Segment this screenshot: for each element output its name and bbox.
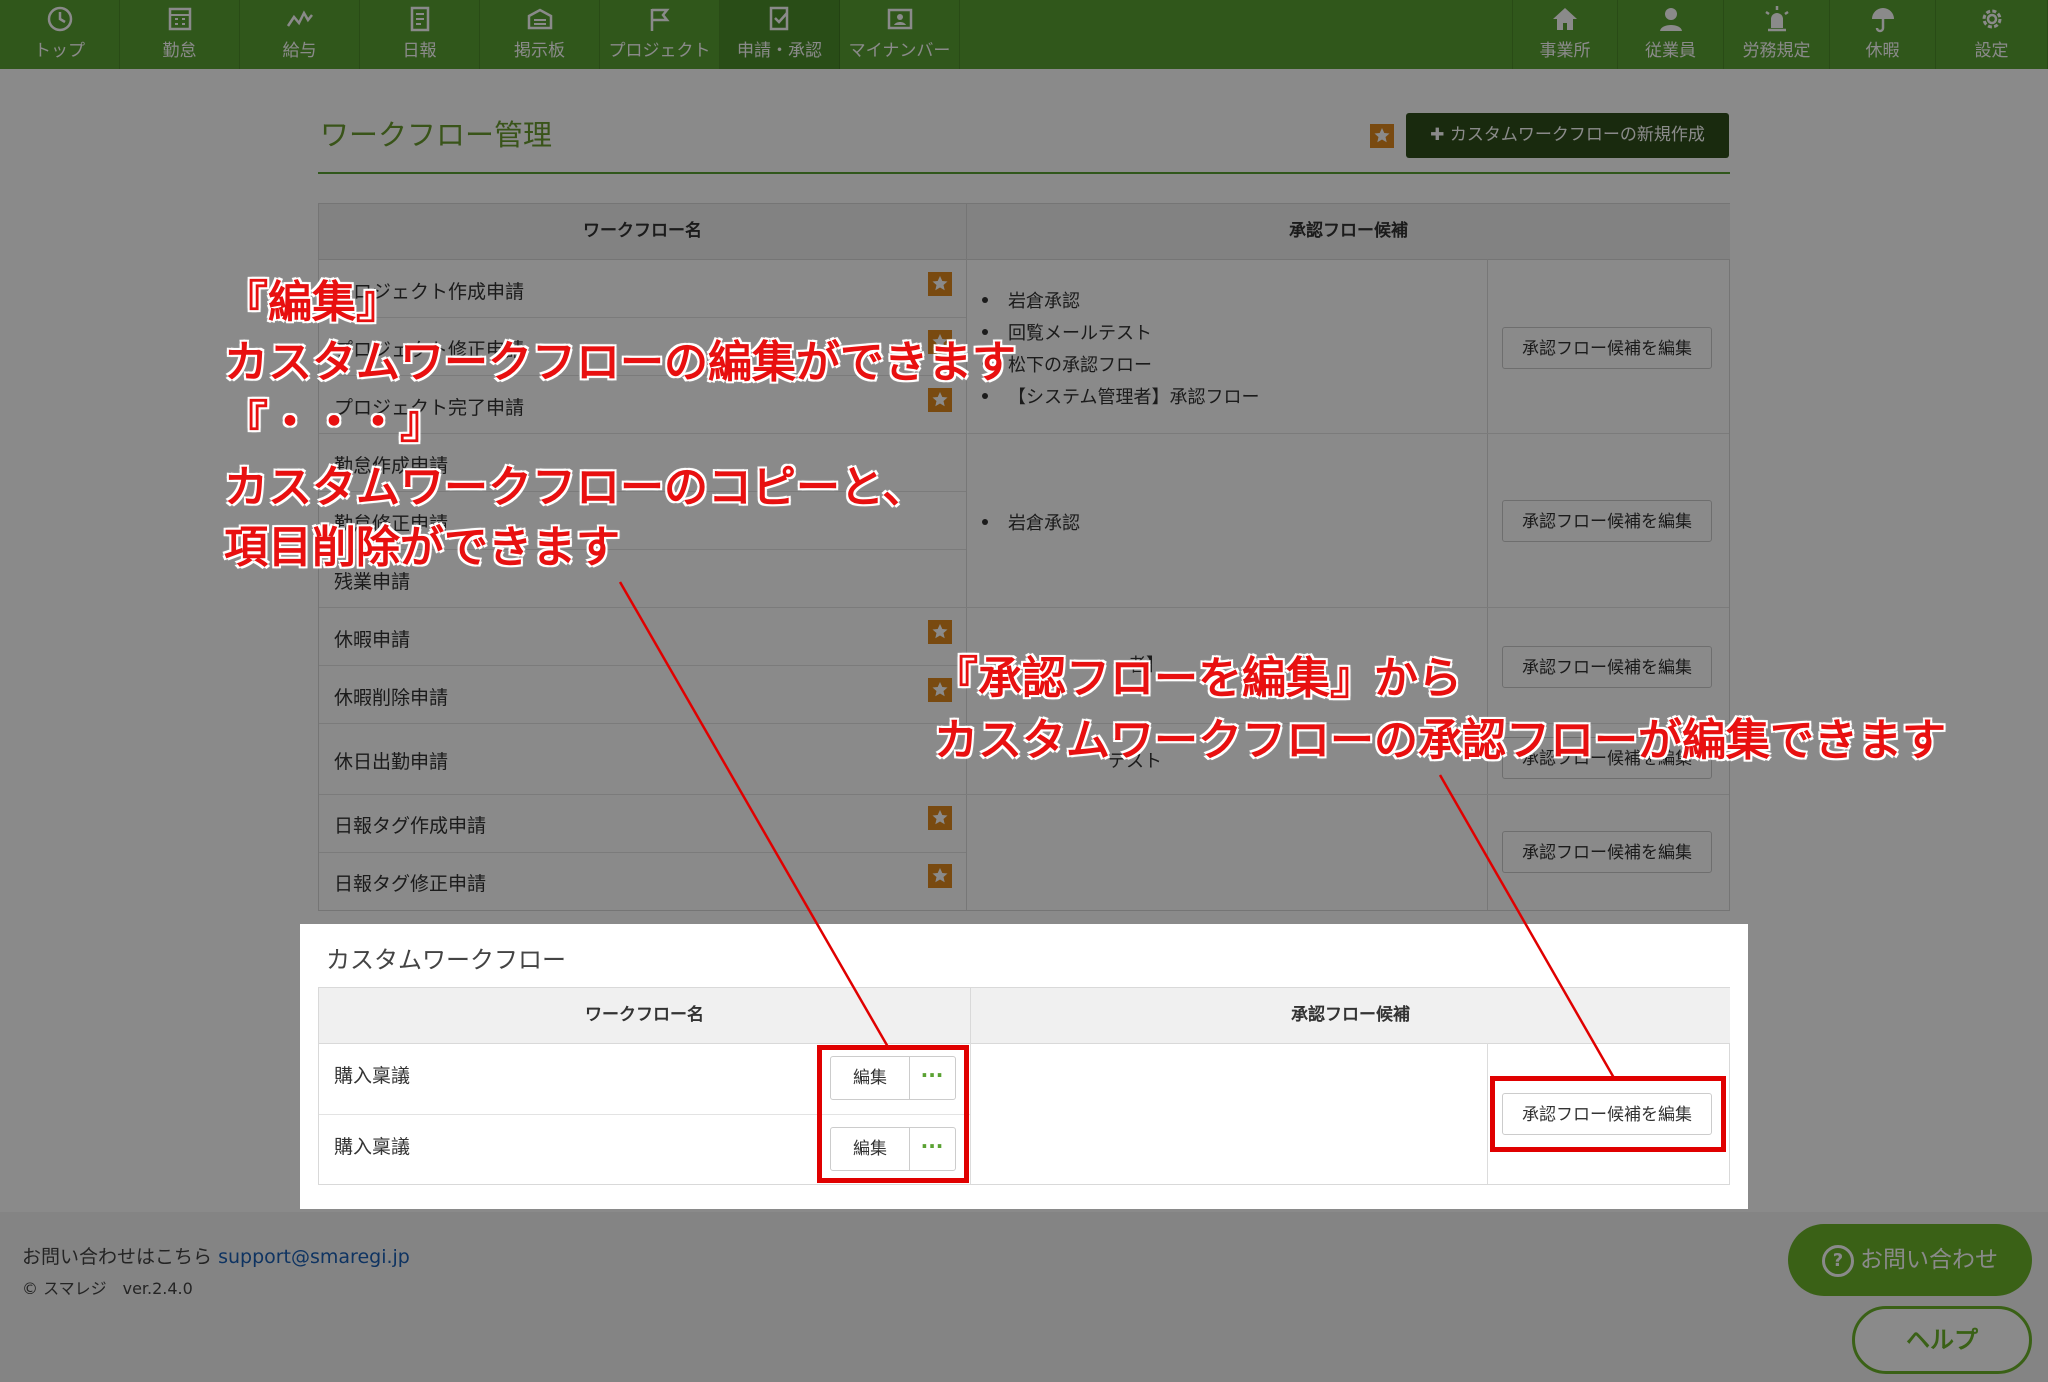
annotation-text: カスタムワークフローの承認フローが編集できます: [934, 715, 1946, 766]
annotation-text: 『承認フローを編集』から: [934, 653, 1462, 704]
annotation-text: 『・・・』: [224, 397, 444, 448]
annotation-text: 『編集』: [224, 277, 400, 328]
annotation-text: カスタムワークフローのコピーと、: [224, 462, 927, 513]
annotation-text: 項目削除ができます: [224, 522, 620, 573]
annotation-text: カスタムワークフローの編集ができます: [224, 337, 1016, 388]
